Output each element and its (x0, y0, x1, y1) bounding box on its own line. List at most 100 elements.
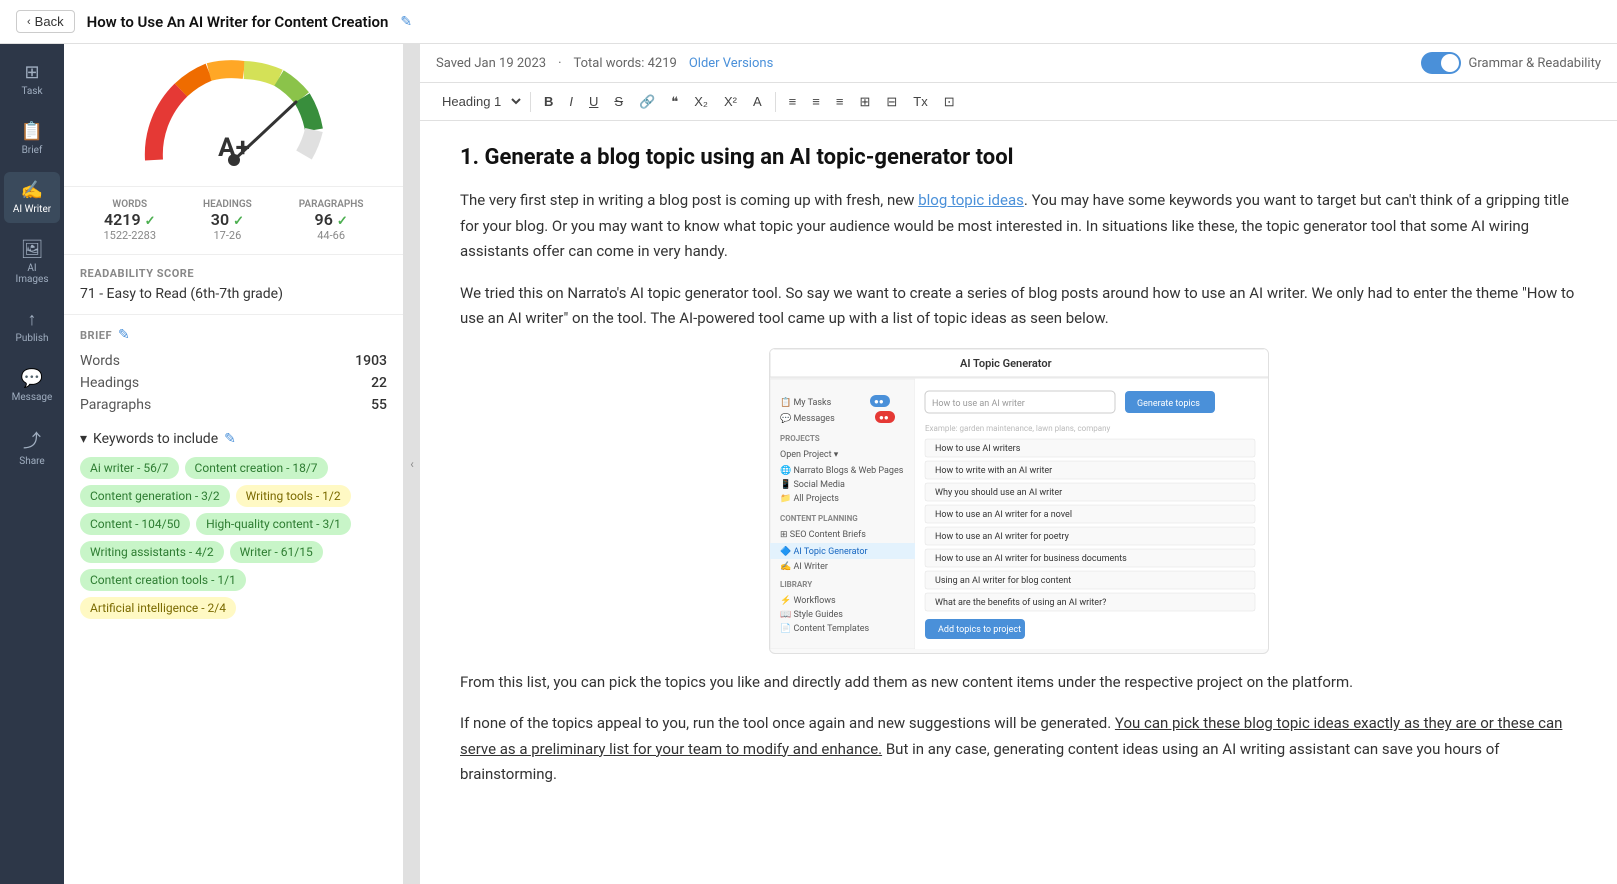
inline-link-1: You can pick these blog topic ideas exac… (460, 714, 1562, 758)
saved-timestamp: Saved Jan 19 2023 (436, 56, 546, 71)
svg-text:📖 Style Guides: 📖 Style Guides (780, 610, 843, 620)
clear-format-button[interactable]: Tx (906, 90, 934, 113)
score-area: A+ (64, 44, 403, 187)
heading-select[interactable]: Heading 1 Heading 2 Heading 3 Normal (432, 89, 524, 114)
keyword-tag[interactable]: Content creation tools - 1/1 (80, 569, 246, 591)
svg-text:⊞ SEO Content Briefs: ⊞ SEO Content Briefs (780, 530, 866, 540)
svg-text:Example: garden maintenance, l: Example: garden maintenance, lawn plans,… (925, 424, 1111, 433)
left-nav: ⊞ Task 📋 Brief ✍ AI Writer 🖼 AI Images ↑… (0, 44, 64, 884)
ordered-list-button[interactable]: ≡ (782, 90, 804, 113)
keyword-tag[interactable]: Content - 104/50 (80, 513, 190, 535)
ai-images-icon: 🖼 (21, 239, 44, 260)
keywords-edit-icon[interactable]: ✎ (224, 431, 236, 447)
back-button[interactable]: ‹ Back (16, 10, 75, 33)
image-button[interactable]: ⊞ (852, 90, 877, 114)
svg-text:CONTENT PLANNING: CONTENT PLANNING (780, 514, 858, 523)
format-divider-1 (530, 92, 531, 112)
keywords-toggle[interactable]: ▾ Keywords to include ✎ (80, 431, 387, 447)
format-bar: Heading 1 Heading 2 Heading 3 Normal B I… (420, 83, 1617, 121)
link-button[interactable]: 🔗 (632, 90, 662, 114)
svg-text:What are the benefits of using: What are the benefits of using an AI wri… (935, 598, 1106, 608)
align-button[interactable]: ≡ (829, 90, 851, 113)
sidebar-item-message[interactable]: 💬 Message (4, 360, 60, 411)
bold-button[interactable]: B (537, 90, 560, 113)
svg-text:PROJECTS: PROJECTS (780, 434, 820, 443)
sidebar-item-ai-images[interactable]: 🖼 AI Images (4, 231, 60, 293)
editor-content[interactable]: 1. Generate a blog topic using an AI top… (420, 121, 1617, 884)
editor-meta-bar: Saved Jan 19 2023 · Total words: 4219 Ol… (420, 44, 1617, 83)
underline-button[interactable]: U (582, 90, 605, 113)
back-label: Back (35, 14, 64, 29)
brief-edit-icon[interactable]: ✎ (118, 327, 130, 343)
toggle-knob (1441, 54, 1459, 72)
svg-text:How to write with an AI writer: How to write with an AI writer (935, 466, 1052, 476)
sidebar-item-ai-writer[interactable]: ✍ AI Writer (4, 172, 60, 223)
svg-text:✍ AI Writer: ✍ AI Writer (780, 561, 828, 572)
edit-title-icon[interactable]: ✎ (400, 14, 412, 30)
paragraphs-value: 96 ✓ (299, 210, 364, 229)
gauge-chart: A+ (134, 60, 334, 170)
task-icon: ⊞ (24, 62, 39, 83)
collapse-icon: ‹ (410, 457, 414, 471)
content-paragraph-3: From this list, you can pick the topics … (460, 670, 1577, 696)
chevron-down-icon: ▾ (80, 431, 87, 447)
svg-text:How to use an AI writer for po: How to use an AI writer for poetry (935, 532, 1070, 542)
left-panel: A+ WORDS 4219 ✓ 1522-2283 HEADINGS 30 ✓ … (64, 44, 404, 884)
superscript-button[interactable]: X² (717, 90, 744, 113)
svg-text:How to use AI writers: How to use AI writers (935, 444, 1021, 454)
svg-text:How to use an AI writer for bu: How to use an AI writer for business doc… (935, 554, 1127, 564)
brief-header: BRIEF ✎ (80, 327, 387, 343)
sidebar-item-publish[interactable]: ↑ Publish (4, 301, 60, 352)
keyword-tag[interactable]: High-quality content - 3/1 (196, 513, 351, 535)
unordered-list-button[interactable]: ≡ (805, 90, 827, 113)
keyword-tag[interactable]: Artificial intelligence - 2/4 (80, 597, 236, 619)
subscript-button[interactable]: X₂ (687, 90, 715, 113)
publish-icon: ↑ (28, 309, 37, 330)
brief-headings-row: Headings 22 (80, 375, 387, 391)
svg-text:Add topics to project: Add topics to project (938, 625, 1021, 635)
brief-paragraphs-row: Paragraphs 55 (80, 397, 387, 413)
older-versions-link[interactable]: Older Versions (689, 56, 773, 71)
keywords-section: ▾ Keywords to include ✎ Ai writer - 56/7… (64, 431, 403, 631)
grammar-toggle-switch[interactable] (1421, 52, 1461, 74)
keyword-tag[interactable]: Ai writer - 56/7 (80, 457, 179, 479)
headings-value: 30 ✓ (203, 210, 252, 229)
top-bar: ‹ Back How to Use An AI Writer for Conte… (0, 0, 1617, 44)
text-color-button[interactable]: A (746, 90, 769, 113)
page-title: How to Use An AI Writer for Content Crea… (87, 13, 389, 31)
panel-collapse-handle[interactable]: ‹ (404, 44, 420, 884)
keyword-tag[interactable]: Writing assistants - 4/2 (80, 541, 224, 563)
strikethrough-button[interactable]: S (607, 90, 630, 113)
keyword-tag[interactable]: Writing tools - 1/2 (236, 485, 351, 507)
ai-writer-icon: ✍ (21, 180, 43, 201)
blog-topic-ideas-link[interactable]: blog topic ideas (918, 191, 1024, 209)
readability-score: 71 - Easy to Read (6th-7th grade) (80, 286, 387, 302)
chevron-left-icon: ‹ (27, 16, 31, 28)
sidebar-item-brief[interactable]: 📋 Brief (4, 113, 60, 164)
svg-text:💬 Messages: 💬 Messages (780, 412, 835, 424)
brief-icon: 📋 (21, 121, 43, 142)
brief-label: Brief (22, 145, 43, 156)
sidebar-item-task[interactable]: ⊞ Task (4, 54, 60, 105)
main-layout: ⊞ Task 📋 Brief ✍ AI Writer 🖼 AI Images ↑… (0, 44, 1617, 884)
ai-writer-label: AI Writer (13, 204, 51, 215)
svg-text:How to use an AI writer: How to use an AI writer (932, 399, 1025, 409)
sidebar-item-share[interactable]: ⤴ Share (4, 419, 60, 475)
svg-text:📱 Social Media: 📱 Social Media (780, 478, 845, 490)
editor-area: Saved Jan 19 2023 · Total words: 4219 Ol… (420, 44, 1617, 884)
format-divider-2 (775, 92, 776, 112)
quote-button[interactable]: ❝ (664, 90, 685, 114)
svg-text:A+: A+ (218, 133, 250, 163)
svg-text:LIBRARY: LIBRARY (780, 580, 812, 589)
italic-button[interactable]: I (562, 90, 580, 113)
task-label: Task (21, 86, 42, 97)
content-heading-1: 1. Generate a blog topic using an AI top… (460, 145, 1577, 170)
table-button[interactable]: ⊟ (879, 90, 904, 114)
readability-section: READABILITY SCORE 71 - Easy to Read (6th… (64, 255, 403, 315)
keyword-tag[interactable]: Writer - 61/15 (230, 541, 323, 563)
share-icon: ⤴ (23, 427, 41, 453)
keyword-tag[interactable]: Content generation - 3/2 (80, 485, 230, 507)
code-button[interactable]: ⊡ (937, 90, 962, 114)
svg-text:How to use an AI writer for a: How to use an AI writer for a novel (935, 510, 1072, 520)
keyword-tag[interactable]: Content creation - 18/7 (185, 457, 328, 479)
